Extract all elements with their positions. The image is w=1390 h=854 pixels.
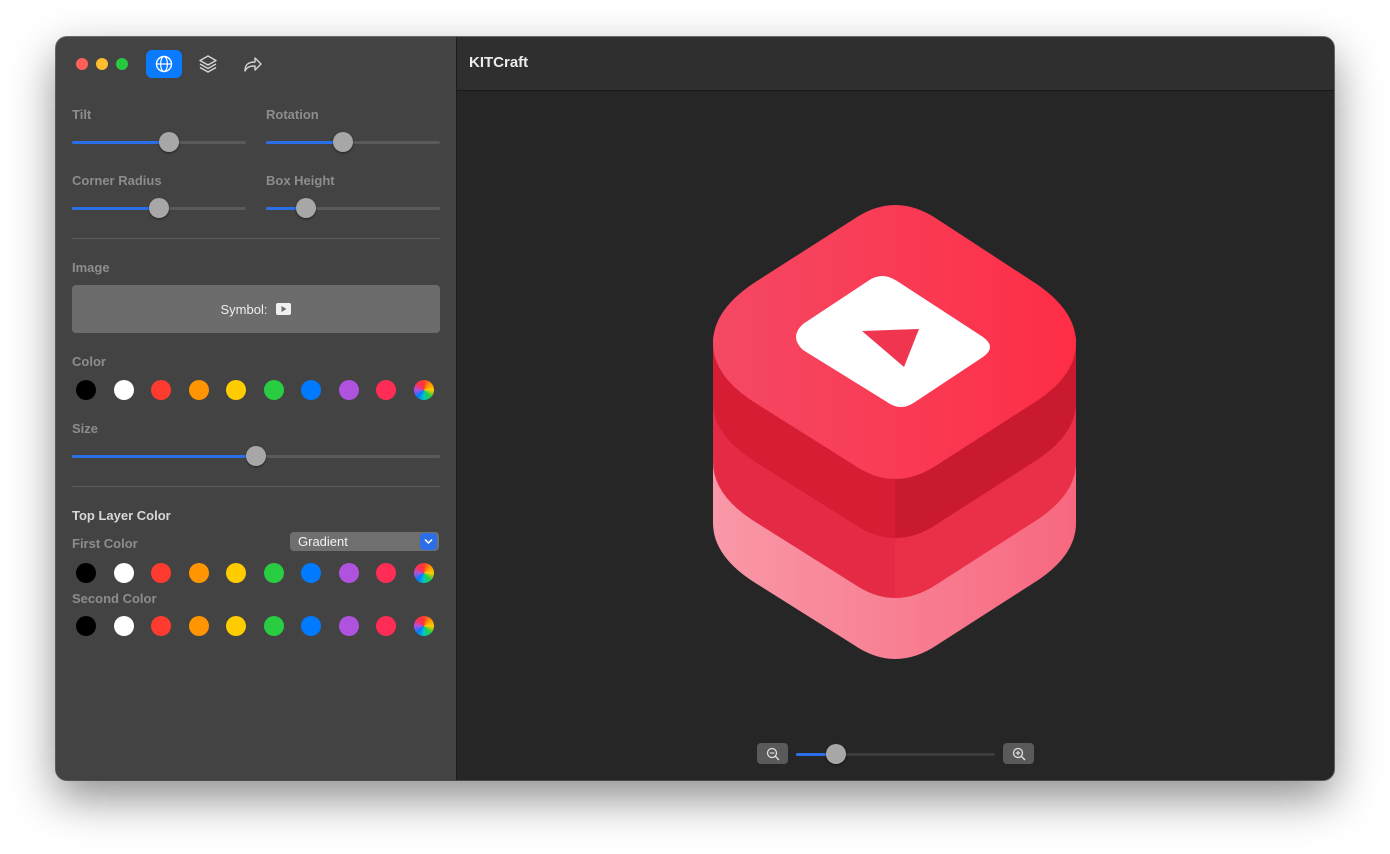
first-color-label: First Color: [72, 536, 138, 551]
share-toolbar-button[interactable]: [235, 50, 271, 78]
box-height-label: Box Height: [266, 173, 335, 188]
second-swatch-purple[interactable]: [338, 616, 359, 636]
chevron-down-icon: [420, 533, 437, 550]
symbol-picker-button[interactable]: Symbol:: [72, 285, 440, 333]
divider: [72, 238, 440, 239]
image-swatch-multicolor[interactable]: [413, 380, 434, 400]
image-swatch-blue[interactable]: [301, 380, 321, 400]
box-height-slider-knob[interactable]: [296, 198, 317, 218]
first-swatch-orange[interactable]: [188, 563, 209, 583]
zoom-in-icon: [1012, 747, 1025, 760]
tilt-slider-knob[interactable]: [159, 132, 180, 152]
first-swatch-green[interactable]: [263, 563, 284, 583]
close-window-button[interactable]: [76, 58, 88, 70]
layers-icon: [199, 55, 217, 73]
first-swatch-yellow[interactable]: [226, 563, 246, 583]
image-swatch-orange[interactable]: [188, 380, 209, 400]
second-swatch-green[interactable]: [263, 616, 284, 636]
minimize-window-button[interactable]: [96, 58, 108, 70]
first-swatch-multicolor[interactable]: [413, 563, 434, 583]
color-label: Color: [72, 354, 106, 369]
second-color-swatches: [76, 616, 436, 638]
first-swatch-red[interactable]: [151, 563, 171, 583]
first-swatch-purple[interactable]: [338, 563, 359, 583]
second-swatch-white[interactable]: [113, 616, 134, 636]
first-swatch-blue[interactable]: [301, 563, 321, 583]
box-height-slider[interactable]: [266, 198, 440, 218]
zoom-out-button[interactable]: [757, 743, 788, 764]
second-swatch-blue[interactable]: [301, 616, 321, 636]
zoom-out-icon: [766, 747, 779, 760]
divider: [72, 486, 440, 487]
image-swatch-red[interactable]: [151, 380, 171, 400]
fill-mode-value: Gradient: [298, 534, 348, 549]
image-swatch-purple[interactable]: [338, 380, 359, 400]
second-swatch-black[interactable]: [76, 616, 96, 636]
layers-toolbar-button[interactable]: [190, 50, 226, 78]
tilt-label: Tilt: [72, 107, 92, 122]
preview-pane: KITCraft: [457, 37, 1334, 780]
fill-mode-select[interactable]: Gradient: [290, 532, 439, 551]
first-swatch-pink[interactable]: [376, 563, 396, 583]
share-arrow-icon: [244, 57, 262, 72]
size-label: Size: [72, 421, 99, 436]
image-swatch-yellow[interactable]: [226, 380, 246, 400]
second-swatch-multicolor[interactable]: [413, 616, 434, 636]
app-title: KITCraft: [469, 54, 529, 71]
size-slider-knob[interactable]: [246, 446, 266, 466]
second-swatch-yellow[interactable]: [226, 616, 246, 636]
image-swatch-green[interactable]: [263, 380, 284, 400]
second-swatch-pink[interactable]: [376, 616, 396, 636]
rotation-slider-knob[interactable]: [332, 132, 353, 152]
box-preview-canvas: [713, 205, 1076, 659]
zoom-slider-knob[interactable]: [825, 744, 846, 764]
globe-icon: [155, 55, 173, 73]
second-color-label: Second Color: [72, 591, 157, 606]
titlebar: KITCraft: [457, 37, 1334, 91]
top-layer-color-title: Top Layer Color: [72, 508, 171, 523]
image-swatch-black[interactable]: [76, 380, 96, 400]
first-swatch-black[interactable]: [76, 563, 96, 583]
sidebar: Tilt Rotation Corner Radius Box Height I…: [56, 37, 457, 780]
zoom-in-button[interactable]: [1003, 743, 1034, 764]
corner-radius-label: Corner Radius: [72, 173, 162, 188]
app-window: Tilt Rotation Corner Radius Box Height I…: [56, 37, 1334, 780]
symbol-label: Symbol:: [220, 301, 268, 317]
globe-toolbar-button[interactable]: [146, 50, 182, 78]
zoom-window-button[interactable]: [116, 58, 128, 70]
corner-radius-slider[interactable]: [72, 198, 246, 218]
image-section-label: Image: [72, 260, 110, 275]
play-rectangle-icon: [276, 303, 292, 315]
second-swatch-red[interactable]: [151, 616, 171, 636]
first-color-swatches: [76, 563, 436, 585]
corner-radius-slider-knob[interactable]: [149, 198, 169, 218]
zoom-slider[interactable]: [796, 744, 995, 764]
image-swatch-pink[interactable]: [376, 380, 396, 400]
image-swatch-white[interactable]: [113, 380, 134, 400]
first-swatch-white[interactable]: [113, 563, 134, 583]
image-color-swatches: [76, 380, 436, 402]
size-slider[interactable]: [72, 446, 440, 466]
tilt-slider[interactable]: [72, 132, 246, 152]
rotation-slider[interactable]: [266, 132, 440, 152]
second-swatch-orange[interactable]: [188, 616, 209, 636]
rotation-label: Rotation: [266, 107, 319, 122]
